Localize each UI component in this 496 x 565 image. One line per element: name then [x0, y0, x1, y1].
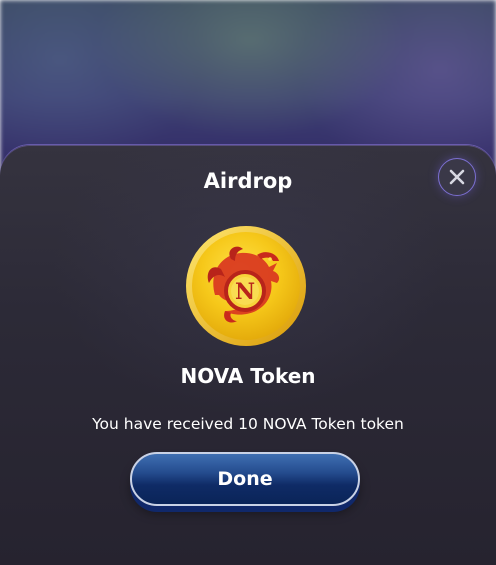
dragon-coin-icon: N	[186, 226, 306, 346]
done-button-label: Done	[217, 468, 273, 490]
close-icon	[449, 169, 465, 185]
airdrop-message: You have received 10 NOVA Token token	[92, 415, 404, 433]
token-coin-image: N	[185, 225, 307, 347]
modal-title: Airdrop	[203, 169, 293, 193]
coin-emblem-letter: N	[235, 279, 255, 305]
done-button[interactable]: Done	[130, 452, 360, 506]
close-button[interactable]	[438, 158, 476, 196]
token-name: NOVA Token	[180, 364, 316, 388]
